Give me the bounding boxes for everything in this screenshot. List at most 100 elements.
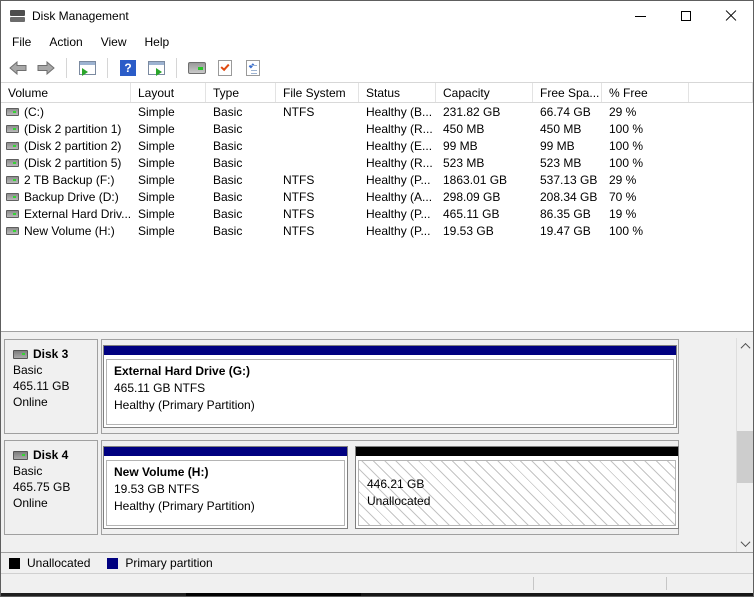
graphical-disk-view: Disk 3 Basic 465.11 GB Online External H… [1, 338, 753, 552]
column-header-type[interactable]: Type [206, 83, 276, 102]
disk-management-window: Disk Management File Action View Help ? [0, 0, 754, 597]
menu-action[interactable]: Action [40, 32, 91, 52]
menu-file[interactable]: File [3, 32, 40, 52]
table-row[interactable]: External Hard Driv... Simple Basic NTFS … [1, 205, 753, 222]
volume-type: Basic [213, 121, 243, 136]
volume-fs [276, 137, 359, 154]
volume-capacity: 298.09 GB [443, 189, 501, 204]
column-header-layout[interactable]: Layout [131, 83, 206, 102]
table-row[interactable]: 2 TB Backup (F:) Simple Basic NTFS Healt… [1, 171, 753, 188]
table-row[interactable]: (C:) Simple Basic NTFS Healthy (B... 231… [1, 103, 753, 120]
volume-type: Basic [213, 206, 243, 221]
column-header-capacity[interactable]: Capacity [436, 83, 533, 102]
disk3-partition-strip: External Hard Drive (G:) 465.11 GB NTFS … [101, 339, 679, 434]
volume-type: Basic [213, 155, 243, 170]
volume-free: 66.74 GB [540, 104, 591, 119]
volume-icon [6, 158, 19, 167]
partition-external-hard-drive-g[interactable]: External Hard Drive (G:) 465.11 GB NTFS … [103, 345, 677, 428]
volume-pct-free: 29 % [609, 104, 637, 119]
chevron-up-icon [740, 342, 751, 353]
volume-layout: Simple [138, 138, 175, 153]
menu-help[interactable]: Help [136, 32, 179, 52]
window-title: Disk Management [32, 9, 129, 23]
partition-unallocated[interactable]: 446.21 GB Unallocated [355, 446, 679, 529]
vertical-scrollbar[interactable] [736, 338, 753, 552]
toolbar: ? [1, 53, 753, 83]
volume-pct-free: 100 % [609, 155, 644, 170]
disk-status: Online [13, 496, 48, 510]
pane-splitter[interactable] [1, 331, 753, 338]
show-console-tree-button[interactable] [76, 57, 98, 79]
back-icon [9, 60, 27, 75]
column-header-volume[interactable]: Volume [1, 83, 131, 102]
volume-layout: Simple [138, 155, 175, 170]
status-bar-divider [533, 577, 534, 590]
help-button[interactable]: ? [117, 57, 139, 79]
close-icon [725, 10, 737, 22]
volume-pct-free: 70 % [609, 189, 637, 204]
volume-name: External Hard Driv... [24, 206, 131, 221]
volume-icon [6, 124, 19, 133]
volume-name: (Disk 2 partition 2) [24, 138, 122, 153]
primary-partition-colorbar [104, 346, 676, 356]
forward-icon [37, 60, 55, 75]
minimize-button[interactable] [618, 1, 663, 31]
disk3-info-panel[interactable]: Disk 3 Basic 465.11 GB Online [4, 339, 98, 434]
disk4-info-panel[interactable]: Disk 4 Basic 465.75 GB Online [4, 440, 98, 535]
disk-name: Disk 3 [33, 347, 69, 361]
close-button[interactable] [708, 1, 753, 31]
volume-pct-free: 100 % [609, 121, 644, 136]
properties-checklist-icon [246, 59, 260, 76]
volume-type: Basic [213, 189, 243, 204]
scroll-up-button[interactable] [737, 338, 753, 355]
volume-type: Basic [213, 223, 243, 238]
volume-layout: Simple [138, 206, 175, 221]
unallocated-size: 446.21 GB [367, 477, 425, 491]
disk-row-disk4: Disk 4 Basic 465.75 GB Online New Volume… [4, 440, 735, 535]
disk-management-app-icon [10, 10, 26, 22]
disk-icon [13, 349, 28, 359]
column-header-pct-free[interactable]: % Free [602, 83, 689, 102]
disk-status: Online [13, 395, 48, 409]
volume-capacity: 231.82 GB [443, 104, 501, 119]
column-header-status[interactable]: Status [359, 83, 436, 102]
properties-button[interactable] [242, 57, 264, 79]
table-row[interactable]: (Disk 2 partition 1) Simple Basic Health… [1, 120, 753, 137]
volume-layout: Simple [138, 121, 175, 136]
show-action-pane-icon [147, 60, 165, 76]
table-row[interactable]: (Disk 2 partition 2) Simple Basic Health… [1, 137, 753, 154]
forward-button[interactable] [35, 57, 57, 79]
volume-pct-free: 19 % [609, 206, 637, 221]
partition-info: 465.11 GB NTFS [114, 381, 206, 395]
partition-new-volume-h[interactable]: New Volume (H:) 19.53 GB NTFS Healthy (P… [103, 446, 348, 529]
maximize-button[interactable] [663, 1, 708, 31]
table-row[interactable]: Backup Drive (D:) Simple Basic NTFS Heal… [1, 188, 753, 205]
title-bar: Disk Management [1, 1, 753, 31]
volume-type: Basic [213, 104, 243, 119]
toolbar-separator [107, 57, 108, 78]
primary-partition-swatch [107, 557, 119, 569]
disk-size: 465.11 GB [13, 379, 70, 393]
legend-primary-partition-label: Primary partition [125, 556, 213, 570]
volume-fs [276, 120, 359, 137]
back-button[interactable] [7, 57, 29, 79]
volume-status: Healthy (R... [366, 155, 433, 170]
rescan-disks-button[interactable] [186, 57, 208, 79]
table-row[interactable]: (Disk 2 partition 5) Simple Basic Health… [1, 154, 753, 171]
partition-health: Healthy (Primary Partition) [114, 499, 255, 513]
check-disk-button[interactable] [214, 57, 236, 79]
volume-pct-free: 100 % [609, 138, 644, 153]
status-bar-divider [666, 577, 667, 590]
volume-fs [276, 154, 359, 171]
show-action-pane-button[interactable] [145, 57, 167, 79]
column-header-free-space[interactable]: Free Spa... [533, 83, 602, 102]
volume-capacity: 450 MB [443, 121, 485, 136]
help-icon: ? [120, 59, 136, 76]
volume-icon [6, 226, 19, 235]
menu-view[interactable]: View [92, 32, 136, 52]
column-header-file-system[interactable]: File System [276, 83, 359, 102]
table-row[interactable]: New Volume (H:) Simple Basic NTFS Health… [1, 222, 753, 239]
volume-status: Healthy (P... [366, 223, 431, 238]
scroll-down-button[interactable] [737, 535, 753, 552]
scrollbar-thumb[interactable] [737, 431, 753, 483]
